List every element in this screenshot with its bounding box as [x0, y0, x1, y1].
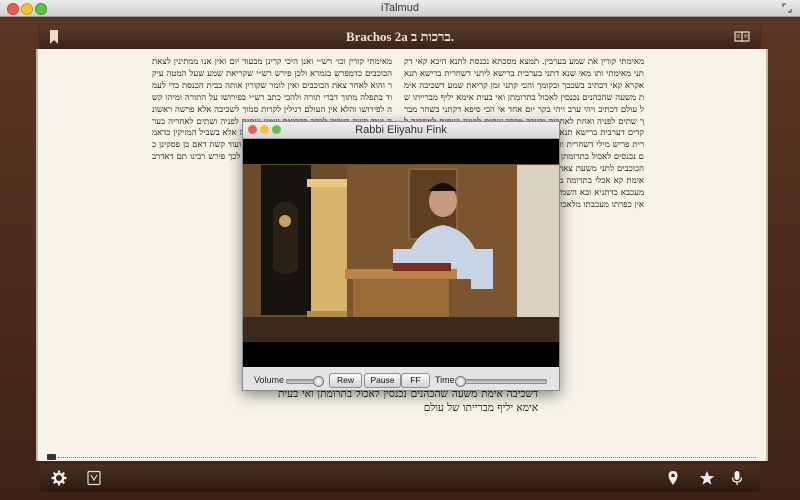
microphone-icon[interactable]	[729, 470, 745, 486]
close-window-button[interactable]	[7, 3, 19, 15]
time-slider[interactable]	[455, 376, 547, 387]
video-window-title: Rabbi Eliyahu Fink	[355, 124, 447, 136]
page-marker	[47, 454, 56, 460]
minimize-window-button[interactable]	[21, 3, 33, 15]
zoom-video-button[interactable]	[272, 125, 281, 134]
bottom-toolbar	[40, 464, 760, 492]
page-title: Brachos 2a ברכות ב.	[345, 29, 455, 44]
time-label: Time	[435, 375, 455, 385]
close-video-button[interactable]	[248, 125, 257, 134]
volume-slider-knob[interactable]	[312, 376, 324, 387]
star-icon[interactable]	[699, 470, 715, 486]
volume-slider[interactable]	[286, 376, 324, 387]
book-header-bar: Brachos 2a ברכות ב.	[40, 25, 760, 49]
fast-forward-button[interactable]: FF	[401, 373, 430, 388]
video-frame[interactable]	[243, 139, 559, 367]
video-controls: Volume Rew Pause FF Time	[243, 370, 559, 390]
pause-button[interactable]: Pause	[364, 373, 401, 388]
open-book-icon[interactable]	[734, 31, 750, 43]
page-divider	[58, 457, 756, 458]
minimize-video-button[interactable]	[260, 125, 269, 134]
video-window-titlebar: Rabbi Eliyahu Fink	[243, 122, 559, 139]
rewind-button[interactable]: Rew	[329, 373, 362, 388]
fullscreen-icon[interactable]	[782, 3, 792, 13]
volume-label: Volume	[254, 375, 285, 385]
gear-icon[interactable]	[51, 470, 67, 486]
window-titlebar: iTalmud	[0, 0, 800, 17]
time-slider-knob[interactable]	[455, 376, 466, 387]
video-window: Rabbi Eliyahu Fink Volume Rew Pause FF T…	[242, 121, 560, 391]
bookmark-list-icon[interactable]	[86, 470, 102, 486]
location-pin-icon[interactable]	[665, 470, 681, 486]
window-title: iTalmud	[381, 2, 419, 14]
video-scene	[243, 139, 559, 367]
zoom-window-button[interactable]	[35, 3, 47, 15]
